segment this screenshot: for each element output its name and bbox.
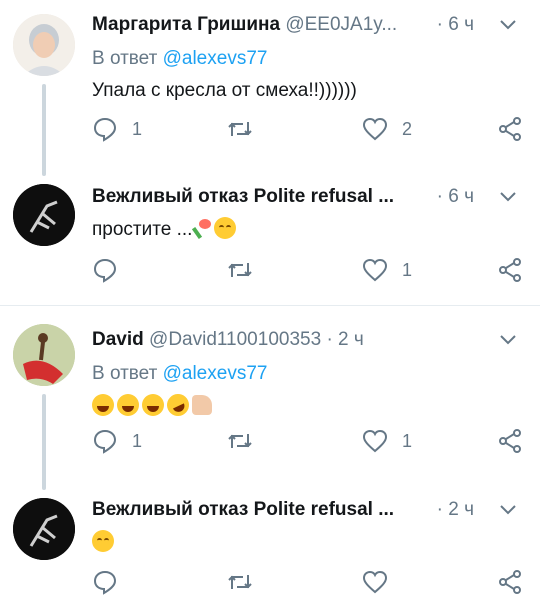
retweet-button[interactable] [227, 427, 267, 455]
user-handle[interactable]: @EE0JA1y... [285, 14, 397, 35]
reply-context: В ответ @alexevs77 [92, 362, 528, 386]
like-count: 1 [402, 430, 413, 451]
action-bar: 1 2 [92, 115, 532, 143]
thumbs-up-emoji [192, 395, 212, 415]
reply-to-link[interactable]: @alexevs77 [163, 363, 268, 384]
chevron-down-icon[interactable] [498, 330, 518, 350]
separator-dot: · [326, 329, 333, 350]
grinning-squinting-face-emoji [117, 394, 139, 416]
tweet-text: Упала с кресла от смеха!!)))))) [92, 80, 357, 101]
avatar[interactable] [13, 184, 75, 246]
tweet-text: простите ... [92, 217, 528, 242]
reply-context: В ответ @alexevs77 [92, 47, 528, 71]
tweet-2[interactable]: Вежливый отказ Polite refusal ... · 6 ч … [0, 160, 540, 305]
reply-to-link[interactable]: @alexevs77 [163, 48, 268, 69]
tweet-4[interactable]: Вежливый отказ Polite refusal ... · 2 ч [0, 471, 540, 605]
share-icon [499, 570, 521, 594]
like-count: 2 [402, 118, 413, 139]
action-bar: 1 1 [92, 427, 532, 455]
share-icon [499, 429, 521, 453]
share-button[interactable] [497, 568, 523, 596]
reply-count: 1 [132, 430, 143, 451]
like-count: 1 [402, 259, 413, 280]
reply-button[interactable] [92, 256, 132, 284]
smiling-face-emoji [92, 530, 114, 552]
reply-count: 1 [132, 118, 143, 139]
reply-icon [93, 570, 117, 595]
retweet-icon [228, 575, 252, 589]
like-button[interactable] [362, 568, 402, 596]
chevron-down-icon[interactable] [498, 500, 518, 520]
tweet-text [92, 530, 528, 555]
retweet-button[interactable] [227, 568, 267, 596]
reply-button[interactable]: 1 [92, 427, 142, 455]
display-name[interactable]: Маргарита Гришина [92, 14, 280, 35]
retweet-button[interactable] [227, 115, 267, 143]
reply-prefix: В ответ [92, 363, 158, 384]
avatar-photo [13, 14, 75, 76]
display-name[interactable]: David [92, 329, 144, 350]
avatar[interactable] [13, 498, 75, 560]
like-icon [362, 258, 388, 282]
timestamp[interactable]: 2 ч [338, 329, 364, 350]
grinning-squinting-face-emoji [92, 394, 114, 416]
share-icon [499, 117, 521, 141]
retweet-icon [228, 263, 252, 277]
like-icon [362, 117, 388, 141]
reply-icon [93, 429, 117, 454]
share-button[interactable] [497, 115, 523, 143]
timestamp[interactable]: 2 ч [448, 499, 474, 520]
avatar-photo [13, 184, 75, 246]
reply-prefix: В ответ [92, 48, 158, 69]
retweet-button[interactable] [227, 256, 267, 284]
tweet-1[interactable]: Маргарита Гришина @EE0JA1y... · 6 ч В от… [0, 0, 540, 176]
action-bar: 1 [92, 256, 532, 284]
tweet-text [92, 390, 528, 420]
separator-dot: · [436, 499, 443, 520]
bouquet-emoji [192, 217, 214, 239]
like-button[interactable]: 2 [362, 115, 412, 143]
like-button[interactable]: 1 [362, 427, 412, 455]
smiling-face-emoji [214, 217, 237, 239]
avatar-photo [13, 324, 75, 386]
avatar[interactable] [13, 14, 75, 76]
like-icon [362, 570, 388, 594]
tweet-text-content: простите ... [92, 219, 193, 240]
action-bar [92, 568, 532, 596]
share-icon [499, 258, 521, 282]
reply-icon [93, 258, 117, 283]
share-button[interactable] [497, 256, 523, 284]
chevron-down-icon[interactable] [498, 187, 518, 207]
tweet-3[interactable]: David @David1100100353 · 2 ч В ответ @al… [0, 306, 540, 490]
share-button[interactable] [497, 427, 523, 455]
retweet-icon [228, 122, 252, 136]
grinning-squinting-face-emoji [142, 394, 164, 416]
reply-button[interactable]: 1 [92, 115, 142, 143]
reply-button[interactable] [92, 568, 132, 596]
avatar[interactable] [13, 324, 75, 386]
avatar-photo [13, 498, 75, 560]
like-icon [362, 429, 388, 453]
user-handle[interactable]: @David1100100353 [149, 329, 321, 350]
separator-dot: · [436, 14, 443, 35]
reply-icon [93, 117, 117, 142]
chevron-down-icon[interactable] [498, 15, 518, 35]
separator-dot: · [436, 186, 443, 207]
display-name[interactable]: Вежливый отказ Polite refusal ... [92, 499, 394, 520]
timestamp[interactable]: 6 ч [448, 14, 474, 35]
retweet-icon [228, 434, 252, 448]
display-name[interactable]: Вежливый отказ Polite refusal ... [92, 186, 394, 207]
like-button[interactable]: 1 [362, 256, 412, 284]
timestamp[interactable]: 6 ч [448, 186, 474, 207]
rolling-on-floor-laughing-emoji [163, 390, 193, 420]
